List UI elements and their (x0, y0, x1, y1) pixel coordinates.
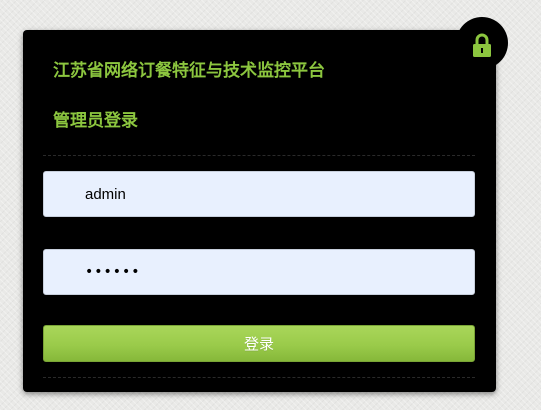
username-input[interactable] (43, 171, 475, 217)
login-subtitle: 管理员登录 (53, 111, 138, 131)
password-input[interactable] (43, 249, 475, 295)
login-button[interactable]: 登录 (43, 325, 475, 362)
lock-badge (456, 17, 508, 69)
page-title: 江苏省网络订餐特征与技术监控平台 (53, 61, 325, 81)
top-divider (43, 155, 475, 156)
lock-icon (472, 27, 492, 59)
bottom-divider (43, 377, 475, 378)
